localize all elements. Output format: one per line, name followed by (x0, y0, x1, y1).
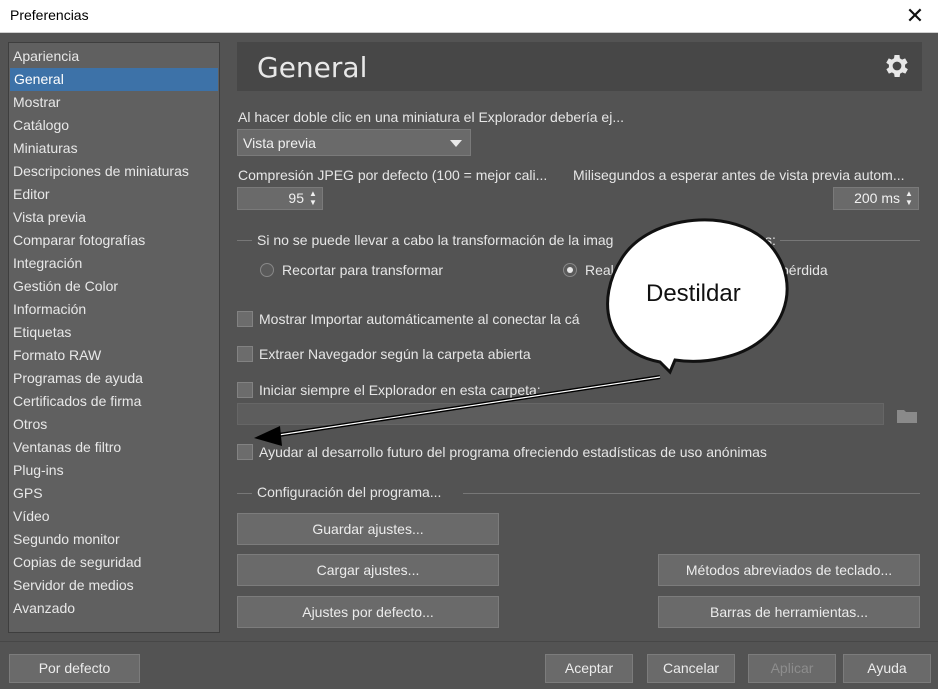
sidebar-item-etiquetas[interactable]: Etiquetas (9, 321, 219, 344)
sidebar-item-apariencia[interactable]: Apariencia (9, 45, 219, 68)
stepper-up-icon[interactable]: ▲ (904, 190, 914, 198)
sidebar-item-copias[interactable]: Copias de seguridad (9, 551, 219, 574)
sidebar-item-vista-previa[interactable]: Vista previa (9, 206, 219, 229)
help-dev-checkbox[interactable] (237, 444, 253, 460)
sidebar-item-programas-ayuda[interactable]: Programas de ayuda (9, 367, 219, 390)
default-button[interactable]: Por defecto (9, 654, 140, 683)
import-auto-label: Mostrar Importar automáticamente al cone… (259, 311, 580, 327)
sidebar-item-ventanas-filtro[interactable]: Ventanas de filtro (9, 436, 219, 459)
import-auto-checkbox[interactable] (237, 311, 253, 327)
sidebar-item-color[interactable]: Gestión de Color (9, 275, 219, 298)
transform-group-label: Si no se puede llevar a cabo la transfor… (257, 232, 614, 248)
apply-button[interactable]: Aplicar (748, 654, 836, 683)
sidebar-item-servidor[interactable]: Servidor de medios (9, 574, 219, 597)
jpeg-quality-value: 95 (288, 190, 304, 206)
extract-nav-checkbox[interactable] (237, 346, 253, 362)
sidebar-item-certificados[interactable]: Certificados de firma (9, 390, 219, 413)
shortcuts-button[interactable]: Métodos abreviados de teclado... (658, 554, 920, 586)
close-icon[interactable]: ✕ (892, 0, 938, 33)
sidebar-item-video[interactable]: Vídeo (9, 505, 219, 528)
sidebar-item-otros[interactable]: Otros (9, 413, 219, 436)
sidebar-item-catalogo[interactable]: Catálogo (9, 114, 219, 137)
group-divider (780, 240, 920, 241)
settings-panel: General Al hacer doble clic en una minia… (235, 42, 922, 633)
load-settings-button[interactable]: Cargar ajustes... (237, 554, 499, 586)
sidebar-item-segundo-monitor[interactable]: Segundo monitor (9, 528, 219, 551)
double-click-label: Al hacer doble clic en una miniatura el … (238, 109, 624, 125)
transform-group-label-tail: s: (765, 232, 776, 248)
start-explorer-label: Iniciar siempre el Explorador en esta ca… (259, 382, 541, 398)
sidebar-item-general[interactable]: General (10, 68, 218, 91)
sidebar-item-descripciones[interactable]: Descripciones de miniaturas (9, 160, 219, 183)
annotation-text: Destildar (646, 280, 741, 307)
sidebar-item-plugins[interactable]: Plug-ins (9, 459, 219, 482)
crop-radio-label: Recortar para transformar (282, 262, 444, 278)
double-click-value: Vista previa (243, 135, 316, 151)
group-divider (463, 493, 920, 494)
sidebar-item-mostrar[interactable]: Mostrar (9, 91, 219, 114)
help-dev-label: Ayudar al desarrollo futuro del programa… (259, 444, 767, 460)
stepper-down-icon[interactable]: ▼ (904, 199, 914, 207)
footer-divider (0, 641, 938, 642)
stepper-down-icon[interactable]: ▼ (308, 199, 318, 207)
cancel-button[interactable]: Cancelar (647, 654, 735, 683)
sidebar-item-integracion[interactable]: Integración (9, 252, 219, 275)
gear-icon[interactable] (882, 51, 912, 81)
category-list[interactable]: Apariencia General Mostrar Catálogo Mini… (8, 42, 220, 633)
lossless-radio[interactable] (563, 263, 577, 277)
sidebar-item-avanzado[interactable]: Avanzado (9, 597, 219, 620)
lossless-radio-label-tail: pérdida (781, 262, 828, 278)
preview-wait-label: Milisegundos a esperar antes de vista pr… (573, 167, 905, 183)
chevron-down-icon (450, 140, 462, 147)
preview-wait-stepper[interactable]: 200 ms ▲ ▼ (833, 187, 919, 210)
extract-nav-label: Extraer Navegador según la carpeta abier… (259, 346, 531, 362)
start-explorer-checkbox[interactable] (237, 382, 253, 398)
toolbars-button[interactable]: Barras de herramientas... (658, 596, 920, 628)
sidebar-item-informacion[interactable]: Información (9, 298, 219, 321)
default-settings-button[interactable]: Ajustes por defecto... (237, 596, 499, 628)
window-title: Preferencias (10, 7, 89, 23)
preview-wait-value: 200 ms (854, 190, 900, 206)
sidebar-item-editor[interactable]: Editor (9, 183, 219, 206)
lossless-radio-label: Real (585, 262, 614, 278)
section-header: General (237, 42, 922, 91)
page-title: General (257, 51, 368, 84)
title-bar: Preferencias ✕ (0, 0, 938, 33)
save-settings-button[interactable]: Guardar ajustes... (237, 513, 499, 545)
accept-button[interactable]: Aceptar (545, 654, 633, 683)
group-divider (237, 240, 252, 241)
stepper-up-icon[interactable]: ▲ (308, 190, 318, 198)
double-click-dropdown[interactable]: Vista previa (237, 129, 471, 156)
folder-path-input[interactable] (237, 403, 884, 425)
jpeg-quality-stepper[interactable]: 95 ▲ ▼ (237, 187, 323, 210)
folder-icon[interactable] (896, 408, 918, 424)
sidebar-item-miniaturas[interactable]: Miniaturas (9, 137, 219, 160)
sidebar-item-comparar[interactable]: Comparar fotografías (9, 229, 219, 252)
help-button[interactable]: Ayuda (843, 654, 931, 683)
program-config-label: Configuración del programa... (257, 484, 442, 500)
sidebar-item-raw[interactable]: Formato RAW (9, 344, 219, 367)
group-divider (237, 493, 252, 494)
crop-radio[interactable] (260, 263, 274, 277)
jpeg-label: Compresión JPEG por defecto (100 = mejor… (238, 167, 548, 183)
sidebar-item-gps[interactable]: GPS (9, 482, 219, 505)
